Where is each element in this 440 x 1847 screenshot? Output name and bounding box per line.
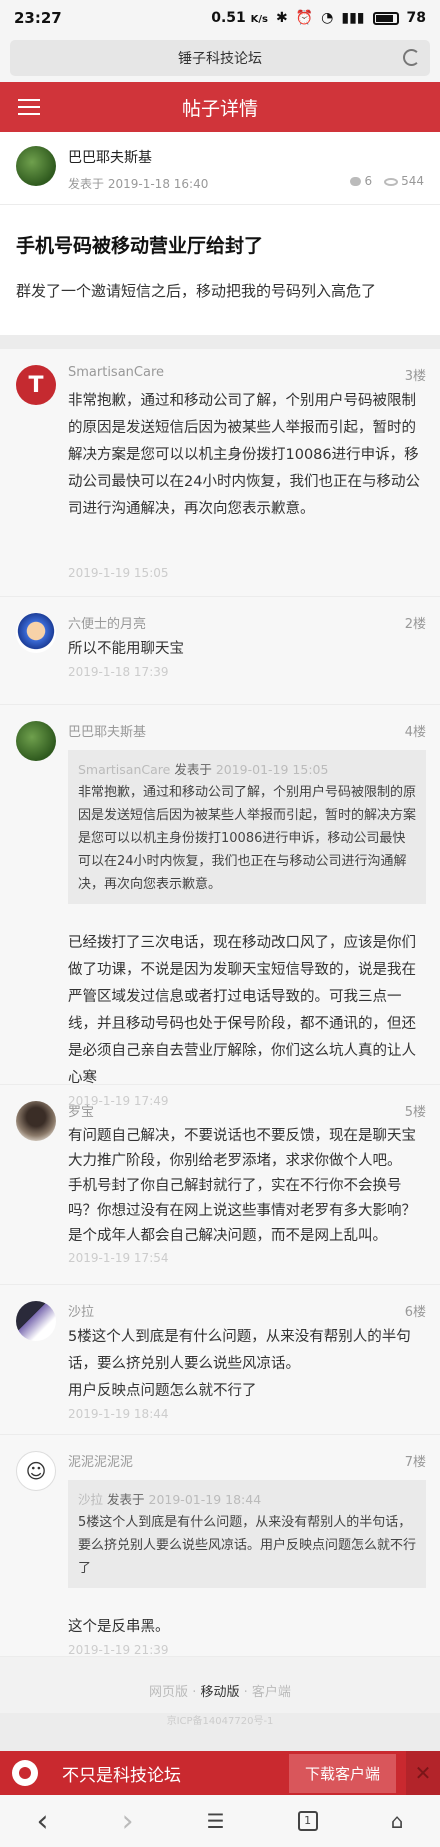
post-author[interactable]: 巴巴耶夫斯基: [68, 147, 208, 167]
avatar[interactable]: [16, 146, 56, 186]
reply-author[interactable]: 六便士的月亮: [68, 613, 146, 632]
close-icon[interactable]: ✕: [406, 1751, 440, 1795]
back-icon[interactable]: ‹: [37, 1804, 49, 1839]
reply-text: 是个成年人都会自己解决问题，而不是网上乱叫。: [68, 1228, 387, 1244]
floor-number: 5楼: [404, 1105, 426, 1120]
menu-icon[interactable]: [18, 99, 40, 115]
post-title: 手机号码被移动营业厅给封了: [16, 235, 264, 257]
reply-author[interactable]: 沙拉: [68, 1301, 94, 1320]
floor-number: 4楼: [404, 725, 426, 740]
forward-icon[interactable]: ›: [122, 1804, 134, 1839]
reply-text: 非常抱歉，通过和移动公司了解，个别用户号码被限制的原因是发送短信后因为被某些人举…: [68, 393, 420, 517]
floor-number: 2楼: [404, 617, 426, 632]
reply-text: 有问题自己解决，不要说话也不要反馈，现在是聊天宝大力推广阶段，你别给老罗添堵，求…: [68, 1128, 416, 1169]
quote-text: 5楼这个人到底是有什么问题，从来没有帮别人的半句话，要么挤兑别人要么说些风凉话。…: [78, 1515, 417, 1576]
network-speed: 0.51 K/s: [211, 10, 268, 26]
post-body: 手机号码被移动营业厅给封了 群发了一个邀请短信之后，移动把我的号码列入高危了: [0, 205, 440, 335]
mobile-version-link[interactable]: 移动版: [200, 1685, 239, 1700]
avatar[interactable]: [16, 1101, 56, 1141]
comment-count: 6: [350, 174, 372, 188]
icp-number: 京ICP备14047720号-1: [166, 1716, 274, 1727]
tabs-icon[interactable]: 1: [297, 1811, 318, 1831]
reply-time: 2019-1-18 17:39: [68, 665, 169, 679]
reply-item: 罗宝 5楼 有问题自己解决，不要说话也不要反馈，现在是聊天宝大力推广阶段，你别给…: [0, 1085, 440, 1285]
status-bar: 23:27 0.51 K/s ✱ ⏰ ◔ ▮▮▮ 78: [0, 0, 440, 36]
floor-number: 7楼: [404, 1455, 426, 1470]
reply-text: 这个是反串黑。: [68, 1619, 170, 1635]
app-download-bar: 不只是科技论坛 下载客户端 ✕: [0, 1751, 440, 1795]
app-logo-icon: [12, 1760, 38, 1786]
quote-block: 沙拉 发表于 2019-01-19 18:44 5楼这个人到底是有什么问题，从来…: [68, 1480, 426, 1588]
avatar[interactable]: ☺: [16, 1451, 56, 1491]
signal-icon: ▮▮▮: [341, 10, 365, 26]
menu-list-icon[interactable]: ☰: [207, 1809, 225, 1833]
reply-item: 沙拉 6楼 5楼这个人到底是有什么问题，从来没有帮别人的半句话，要么挤兑别人要么…: [0, 1285, 440, 1435]
reply-author[interactable]: 巴巴耶夫斯基: [68, 721, 146, 740]
web-version-link[interactable]: 网页版: [149, 1685, 188, 1700]
post-content: 群发了一个邀请短信之后，移动把我的号码列入高危了: [16, 282, 377, 300]
reply-list: T SmartisanCare 3楼 非常抱歉，通过和移动公司了解，个别用户号码…: [0, 349, 440, 1657]
reply-text: 5楼这个人到底是有什么问题，从来没有帮别人的半句话，要么挤兑别人要么说些风凉话。: [68, 1329, 411, 1372]
reply-time: 2019-1-19 18:44: [68, 1407, 169, 1421]
client-link[interactable]: 客户端: [252, 1685, 291, 1700]
reply-text: 所以不能用聊天宝: [68, 641, 184, 657]
avatar[interactable]: T: [16, 365, 56, 405]
reply-text: 用户反映点问题怎么就不行了: [68, 1383, 257, 1399]
reply-item: T SmartisanCare 3楼 非常抱歉，通过和移动公司了解，个别用户号码…: [0, 349, 440, 597]
page-title: 帖子详情: [181, 97, 258, 120]
status-time: 23:27: [14, 9, 62, 27]
reply-author[interactable]: 罗宝: [68, 1101, 94, 1120]
comment-icon: [350, 177, 362, 186]
wifi-icon: ◔: [321, 10, 334, 26]
floor-number: 6楼: [404, 1305, 426, 1320]
floor-number: 3楼: [404, 369, 426, 384]
reload-icon[interactable]: [403, 49, 420, 66]
eye-icon: [384, 177, 399, 186]
battery-icon: [372, 11, 399, 25]
reply-item: 巴巴耶夫斯基 4楼 SmartisanCare 发表于 2019-01-19 1…: [0, 705, 440, 1108]
download-client-button[interactable]: 下载客户端: [288, 1753, 396, 1793]
reply-author[interactable]: SmartisanCare: [68, 365, 164, 384]
quote-block: SmartisanCare 发表于 2019-01-19 15:05 非常抱歉，…: [68, 750, 426, 904]
home-icon[interactable]: ⌂: [391, 1809, 404, 1833]
browser-bottom-nav: ‹ › ☰ 1 ⌂: [0, 1795, 440, 1847]
reply-time: 2019-1-19 15:05: [68, 566, 169, 580]
reply-author[interactable]: 泥泥泥泥泥: [68, 1451, 133, 1470]
app-slogan: 不只是科技论坛: [62, 1765, 181, 1786]
reply-text: 已经拨打了三次电话，现在移动改口风了，应该是你们做了功课，不说是因为发聊天宝短信…: [68, 935, 416, 1086]
post-author-bar: 巴巴耶夫斯基 发表于 2019-1-18 16:40 6 544: [0, 132, 440, 204]
reply-item: 六便士的月亮 2楼 所以不能用聊天宝 2019-1-18 17:39: [0, 597, 440, 705]
battery-level: 78: [406, 10, 426, 26]
address-bar[interactable]: 锤子科技论坛: [10, 40, 430, 76]
avatar[interactable]: [16, 613, 56, 653]
view-count: 544: [384, 174, 424, 188]
reply-time: 2019-1-19 17:54: [68, 1251, 169, 1265]
reply-text: 手机号封了你自己解封就行了，实在不行你不会换号吗？你想过没有在网上说这些事情对老…: [68, 1178, 416, 1219]
avatar[interactable]: [16, 721, 56, 761]
alarm-icon: ⏰: [295, 10, 314, 26]
post-date: 发表于 2019-1-18 16:40: [68, 177, 209, 191]
reply-item: ☺ 泥泥泥泥泥 7楼 沙拉 发表于 2019-01-19 18:44 5楼这个人…: [0, 1435, 440, 1657]
reply-time: 2019-1-19 21:39: [68, 1643, 169, 1657]
site-title: 锤子科技论坛: [178, 51, 262, 67]
page-header: 帖子详情: [0, 82, 440, 132]
quote-text: 非常抱歉，通过和移动公司了解，个别用户号码被限制的原因是发送短信后因为被某些人举…: [78, 785, 417, 892]
avatar[interactable]: [16, 1301, 56, 1341]
bluetooth-icon: ✱: [276, 10, 288, 26]
